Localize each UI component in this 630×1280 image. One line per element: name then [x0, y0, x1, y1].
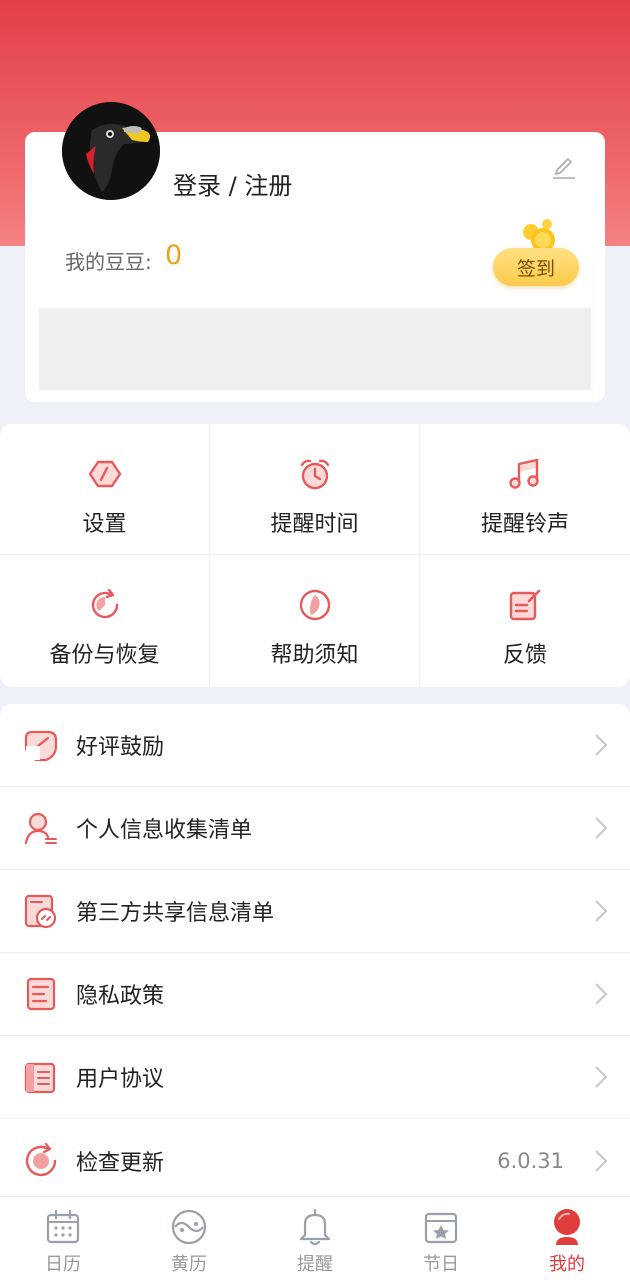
list-item-privacy-policy[interactable]: 隐私政策 [0, 953, 630, 1036]
chevron-right-icon [595, 983, 608, 1005]
list-label: 第三方共享信息清单 [76, 901, 275, 926]
grid-label: 备份与恢复 [49, 643, 160, 668]
alarm-clock-icon [300, 459, 329, 490]
list-item-check-update[interactable]: 检查更新 6.0.31 [0, 1119, 630, 1202]
grid-item-reminder-time[interactable]: 提醒时间 [210, 424, 420, 555]
festival-icon [424, 1212, 458, 1244]
tab-calendar[interactable]: 日历 [0, 1197, 126, 1280]
grid-label: 提醒铃声 [480, 512, 569, 537]
profile-icon [554, 1209, 580, 1245]
grid-item-help[interactable]: 帮助须知 [210, 555, 420, 687]
list-label: 隐私政策 [76, 984, 165, 1009]
almanac-icon [171, 1209, 207, 1245]
feature-grid: 设置 提醒时间 提醒铃声 备份与恢复 帮助须知 反馈 [0, 424, 630, 687]
banner-placeholder [39, 308, 591, 390]
list-label: 好评鼓励 [76, 735, 165, 760]
share-link-icon [24, 894, 57, 929]
beans-label: 我的豆豆: [65, 250, 152, 274]
agreement-document-icon [24, 1062, 56, 1094]
bottom-tab-bar: 日历 黄历 提醒 节日 我的 [0, 1196, 630, 1280]
backup-restore-icon [91, 588, 118, 619]
edit-icon[interactable] [549, 150, 579, 180]
list-label: 检查更新 [76, 1150, 165, 1176]
settings-icon [88, 460, 121, 488]
update-refresh-icon [25, 1142, 57, 1176]
tab-reminder[interactable]: 提醒 [252, 1197, 378, 1280]
tab-mine[interactable]: 我的 [504, 1197, 630, 1280]
privacy-document-icon [26, 977, 56, 1011]
app-version: 6.0.31 [497, 1148, 564, 1173]
tab-festival[interactable]: 节日 [378, 1197, 504, 1280]
list-item-user-agreement[interactable]: 用户协议 [0, 1036, 630, 1119]
chevron-right-icon [595, 1149, 608, 1172]
chevron-right-icon [595, 734, 608, 756]
user-info-icon [24, 812, 57, 845]
grid-label: 设置 [82, 512, 127, 537]
rating-heart-icon [24, 730, 58, 762]
grid-item-backup-restore[interactable]: 备份与恢复 [0, 555, 210, 687]
list-item-rating[interactable]: 好评鼓励 [0, 704, 630, 787]
grid-item-reminder-ringtone[interactable]: 提醒铃声 [420, 424, 630, 555]
login-register-link[interactable]: 登录 / 注册 [173, 166, 292, 201]
grid-item-settings[interactable]: 设置 [0, 424, 210, 555]
tab-almanac[interactable]: 黄历 [126, 1197, 252, 1280]
grid-label: 反馈 [502, 643, 547, 668]
chevron-right-icon [595, 900, 608, 922]
chevron-right-icon [595, 817, 608, 839]
tab-label: 我的 [549, 1254, 585, 1275]
tab-label: 日历 [45, 1254, 81, 1275]
chevron-right-icon [595, 1066, 608, 1088]
grid-label: 提醒时间 [270, 512, 359, 537]
feedback-icon [509, 589, 541, 621]
beans-value: 0 [165, 240, 183, 271]
tab-label: 节日 [423, 1254, 459, 1275]
list-label: 用户协议 [76, 1067, 165, 1092]
avatar[interactable] [62, 102, 160, 200]
settings-list: 好评鼓励 个人信息收集清单 第三方共享信息清单 隐私政策 用户协议 检查更新 6… [0, 704, 630, 1204]
list-label: 个人信息收集清单 [76, 818, 253, 843]
grid-item-feedback[interactable]: 反馈 [420, 555, 630, 687]
help-icon [299, 589, 330, 621]
list-item-personal-info[interactable]: 个人信息收集清单 [0, 787, 630, 870]
checkin-button[interactable]: 签到 [493, 248, 579, 286]
list-item-third-party-sharing[interactable]: 第三方共享信息清单 [0, 870, 630, 953]
grid-label: 帮助须知 [270, 643, 359, 668]
tab-label: 提醒 [297, 1254, 333, 1275]
music-note-icon [509, 458, 539, 489]
calendar-icon [46, 1209, 80, 1244]
bell-icon [299, 1208, 331, 1246]
tab-label: 黄历 [171, 1254, 207, 1275]
